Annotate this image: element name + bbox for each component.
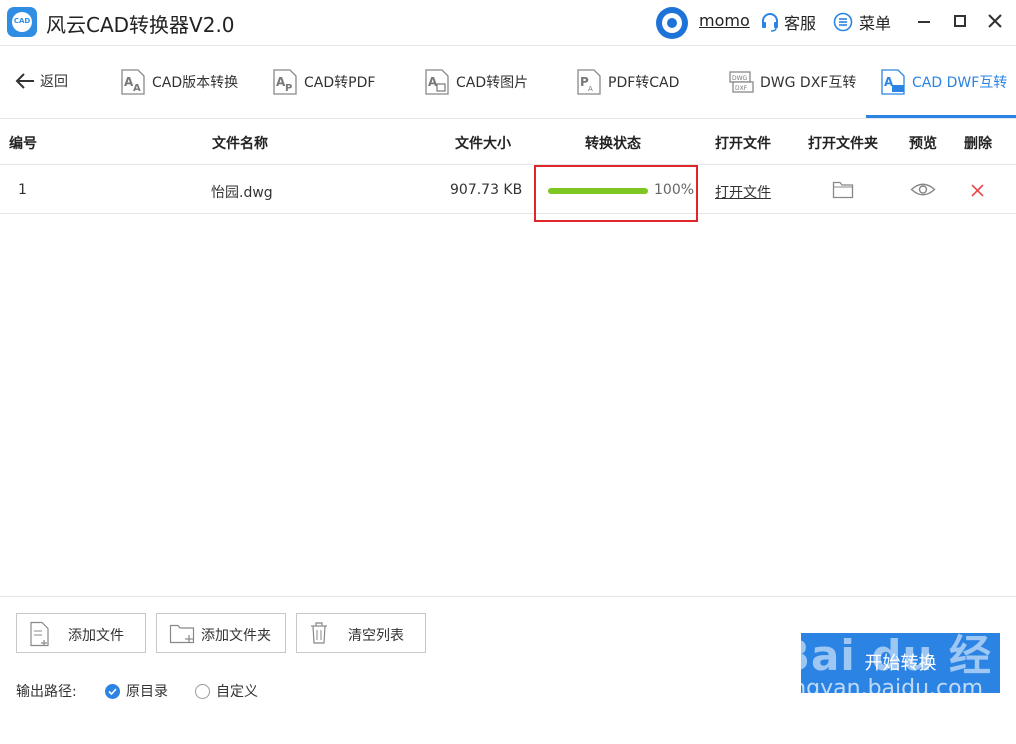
col-header-status: 转换状态 bbox=[585, 136, 641, 152]
maximize-icon[interactable] bbox=[950, 11, 970, 31]
progress-text: 100% bbox=[654, 182, 695, 198]
tab-label: CAD转图片 bbox=[456, 75, 529, 91]
add-folder-button[interactable]: 添加文件夹 bbox=[156, 613, 286, 653]
menu-label: 菜单 bbox=[859, 14, 892, 33]
svg-text:A: A bbox=[133, 83, 141, 94]
radio-custom-label: 自定义 bbox=[216, 684, 258, 700]
col-header-open-folder: 打开文件夹 bbox=[808, 136, 878, 152]
clear-list-button[interactable]: 清空列表 bbox=[296, 613, 426, 653]
col-header-preview: 预览 bbox=[909, 136, 937, 152]
bottom-panel: 添加文件 添加文件夹 清空列表 输出路径: 原目录 自定义 开始转换 Bai d… bbox=[0, 596, 1016, 741]
tab-cad-to-pdf[interactable]: A P CAD转PDF bbox=[272, 67, 375, 97]
tab-pdf-to-cad[interactable]: P A PDF转CAD bbox=[576, 67, 679, 97]
col-header-index: 编号 bbox=[9, 136, 37, 152]
tab-label: CAD DWF互转 bbox=[912, 75, 1008, 91]
cad-dwf-icon: A bbox=[881, 69, 905, 95]
output-path-label: 输出路径: bbox=[16, 684, 77, 700]
tab-label: PDF转CAD bbox=[608, 75, 680, 91]
back-button[interactable]: 返回 bbox=[14, 71, 68, 91]
status-highlight-box: 100% bbox=[534, 165, 698, 222]
menu-button[interactable]: 菜单 bbox=[833, 10, 891, 34]
progress-bar bbox=[548, 188, 648, 194]
avatar[interactable] bbox=[656, 7, 688, 39]
col-header-delete: 删除 bbox=[964, 136, 992, 152]
pdf-to-cad-icon: P A bbox=[577, 69, 601, 95]
title-bar: CAD 风云CAD转换器V2.0 momo 客服 菜单 bbox=[0, 0, 1016, 46]
back-label: 返回 bbox=[40, 74, 68, 90]
open-file-link[interactable]: 打开文件 bbox=[715, 182, 771, 202]
tab-dwg-dxf[interactable]: DWG DXF DWG DXF互转 bbox=[728, 67, 856, 97]
add-folder-icon bbox=[169, 624, 195, 644]
logo-text: CAD bbox=[13, 17, 31, 25]
close-icon[interactable] bbox=[985, 11, 1005, 31]
tab-label: CAD转PDF bbox=[304, 75, 376, 91]
menu-icon bbox=[833, 12, 853, 32]
tab-cad-to-image[interactable]: A CAD转图片 bbox=[424, 67, 528, 97]
active-tab-indicator bbox=[866, 115, 1016, 118]
progress-fill bbox=[548, 188, 648, 194]
svg-text:P: P bbox=[285, 83, 292, 94]
clear-list-label: 清空列表 bbox=[348, 628, 404, 644]
cad-version-icon: A A bbox=[121, 69, 145, 95]
eye-icon[interactable] bbox=[910, 181, 936, 198]
arrow-left-icon bbox=[15, 73, 34, 89]
col-header-name: 文件名称 bbox=[212, 136, 268, 152]
row-file-size: 907.73 KB bbox=[450, 182, 523, 198]
tab-label: CAD版本转换 bbox=[152, 75, 239, 91]
cad-to-pdf-icon: A P bbox=[273, 69, 297, 95]
tab-cad-dwf[interactable]: A CAD DWF互转 bbox=[880, 67, 1007, 97]
delete-x-icon[interactable] bbox=[970, 183, 985, 198]
radio-original-label: 原目录 bbox=[126, 684, 168, 700]
dwg-dxf-icon: DWG DXF bbox=[729, 71, 754, 93]
add-file-button[interactable]: 添加文件 bbox=[16, 613, 146, 653]
add-folder-label: 添加文件夹 bbox=[201, 628, 271, 644]
folder-icon[interactable] bbox=[832, 179, 854, 199]
row-index: 1 bbox=[18, 182, 27, 198]
radio-checked-icon bbox=[105, 683, 120, 699]
customer-service-button[interactable]: 客服 bbox=[760, 10, 816, 34]
app-title: 风云CAD转换器V2.0 bbox=[46, 13, 235, 37]
headset-icon bbox=[762, 13, 778, 32]
tab-label: DWG DXF互转 bbox=[760, 75, 857, 91]
svg-text:DXF: DXF bbox=[735, 85, 748, 92]
col-header-open-file: 打开文件 bbox=[715, 136, 771, 152]
cad-to-image-icon: A bbox=[425, 69, 449, 95]
radio-unchecked-icon bbox=[195, 683, 210, 699]
radio-original-dir[interactable]: 原目录 bbox=[105, 681, 168, 701]
function-toolbar: 返回 A A CAD版本转换 A P CAD转PDF A CAD转图片 P A bbox=[0, 47, 1016, 119]
svg-text:A: A bbox=[588, 85, 593, 93]
table-row: 1 怡园.dwg 907.73 KB 100% 打开文件 bbox=[0, 165, 1016, 222]
trash-icon bbox=[311, 622, 327, 644]
start-convert-button[interactable]: 开始转换 bbox=[801, 633, 1000, 693]
tab-cad-version[interactable]: A A CAD版本转换 bbox=[120, 67, 238, 97]
add-file-label: 添加文件 bbox=[68, 628, 124, 644]
service-label: 客服 bbox=[784, 14, 817, 33]
username-link[interactable]: momo bbox=[699, 11, 750, 30]
add-file-icon bbox=[30, 621, 49, 647]
app-logo: CAD bbox=[7, 7, 37, 37]
row-file-name: 怡园.dwg bbox=[211, 185, 273, 201]
table-header: 编号 文件名称 文件大小 转换状态 打开文件 打开文件夹 预览 删除 bbox=[0, 120, 1016, 165]
col-header-size: 文件大小 bbox=[455, 136, 511, 152]
minimize-icon[interactable] bbox=[914, 11, 934, 31]
svg-text:DWG: DWG bbox=[732, 75, 748, 82]
radio-custom-dir[interactable]: 自定义 bbox=[195, 681, 258, 701]
